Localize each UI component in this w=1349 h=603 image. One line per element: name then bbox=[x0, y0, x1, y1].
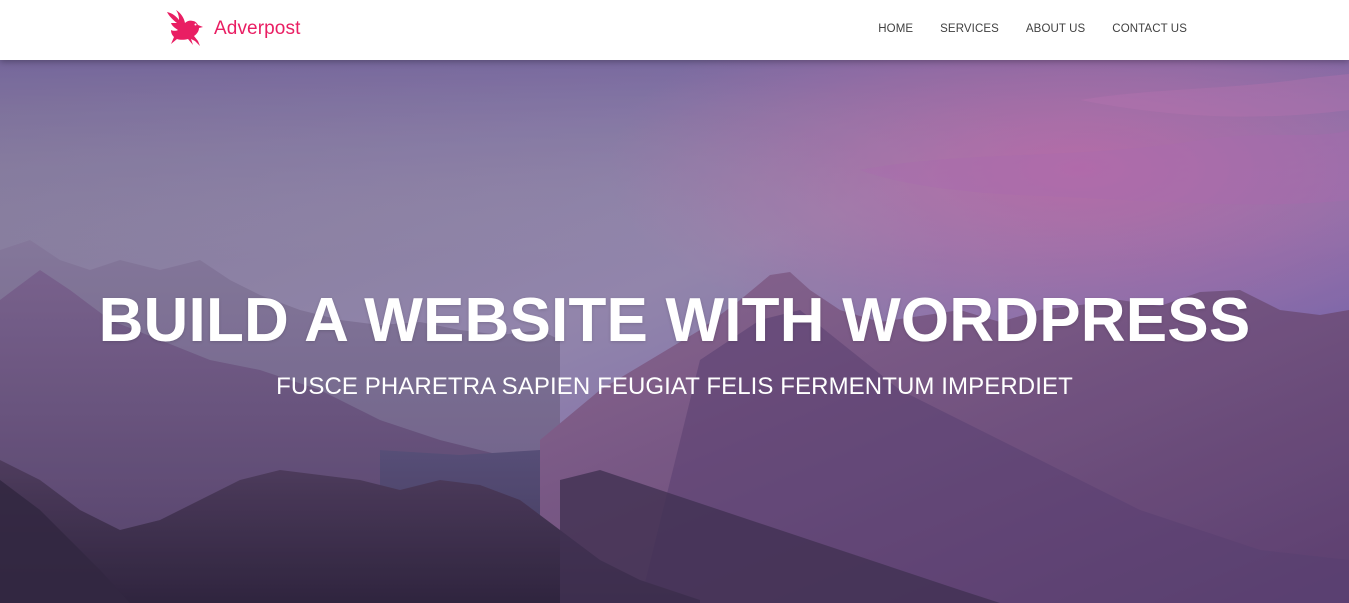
site-header: Adverpost HOME SERVICES ABOUT US CONTACT… bbox=[0, 0, 1349, 60]
eagle-icon bbox=[164, 8, 206, 50]
main-nav: HOME SERVICES ABOUT US CONTACT US bbox=[851, 0, 1187, 55]
nav-link-services[interactable]: SERVICES bbox=[940, 23, 999, 35]
nav-link-home[interactable]: HOME bbox=[878, 23, 913, 35]
nav-item-home: HOME bbox=[878, 19, 913, 37]
nav-item-services: SERVICES bbox=[940, 19, 999, 37]
nav-link-contact-us[interactable]: CONTACT US bbox=[1112, 23, 1187, 35]
hero-title: BUILD A WEBSITE WITH WORDPRESS bbox=[98, 286, 1251, 355]
hero-section: BUILD A WEBSITE WITH WORDPRESS FUSCE PHA… bbox=[0, 60, 1349, 603]
nav-item-about-us: ABOUT US bbox=[1026, 19, 1085, 37]
hero-subtitle: FUSCE PHARETRA SAPIEN FEUGIAT FELIS FERM… bbox=[276, 373, 1073, 400]
brand-name: Adverpost bbox=[214, 18, 301, 39]
nav-link-about-us[interactable]: ABOUT US bbox=[1026, 23, 1085, 35]
brand-link[interactable]: Adverpost bbox=[164, 8, 300, 50]
hero-content: BUILD A WEBSITE WITH WORDPRESS FUSCE PHA… bbox=[0, 60, 1349, 603]
nav-item-contact-us: CONTACT US bbox=[1112, 19, 1187, 37]
